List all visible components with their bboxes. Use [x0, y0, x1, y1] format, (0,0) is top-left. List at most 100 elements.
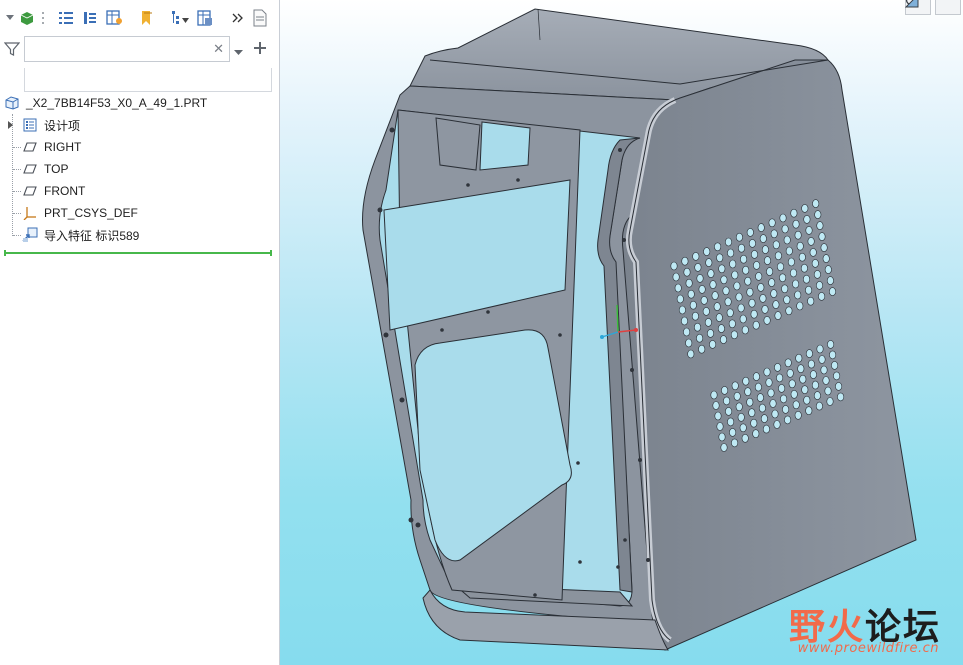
vent-hole — [733, 391, 741, 401]
graphics-window[interactable]: 野火论坛 www.proewildfire.cn — [280, 0, 963, 665]
more-chevron-icon[interactable] — [230, 8, 246, 28]
tree-item-csys[interactable]: PRT_CSYS_DEF — [22, 202, 138, 224]
tree-list-icon[interactable] — [56, 8, 76, 28]
vent-hole — [714, 411, 722, 421]
datum-plane-icon — [22, 161, 38, 177]
insert-here-marker[interactable] — [4, 250, 272, 256]
vent-hole — [807, 296, 815, 306]
vent-hole — [721, 386, 729, 395]
vent-hole — [672, 272, 680, 282]
tree-branch-line — [13, 213, 21, 214]
vent-hole — [737, 412, 745, 422]
part-cube-icon — [4, 95, 20, 111]
vent-hole — [687, 289, 695, 299]
vent-hole — [794, 410, 802, 420]
vent-hole — [787, 257, 795, 267]
funnel-icon[interactable] — [3, 41, 21, 60]
tree-item-top[interactable]: TOP — [22, 158, 68, 180]
vent-hole — [831, 361, 839, 370]
vent-hole — [816, 221, 824, 230]
vent-hole — [769, 399, 777, 408]
vent-hole — [729, 259, 737, 269]
vent-hole — [702, 307, 710, 316]
tree-root[interactable]: _X2_7BB14F53_X0_A_49_1.PRT — [4, 92, 207, 114]
layers-table-icon[interactable] — [104, 8, 126, 28]
vent-hole — [796, 241, 804, 251]
add-icon[interactable] — [253, 41, 267, 58]
vent-hole — [776, 373, 784, 383]
vent-hole — [798, 252, 806, 262]
vent-hole — [750, 309, 758, 319]
vent-hole — [730, 330, 738, 340]
vent-hole — [740, 254, 748, 264]
bookmark-icon[interactable] — [136, 8, 158, 28]
vent-hole — [812, 199, 820, 208]
show-part-icon[interactable] — [18, 8, 36, 28]
tree-item-design-items[interactable]: 设计项 — [8, 114, 80, 136]
vent-hole — [824, 386, 832, 396]
part-model-view[interactable] — [280, 0, 963, 665]
vent-hole — [785, 246, 793, 256]
search-input[interactable] — [29, 38, 213, 62]
tree-item-import-feature[interactable]: 导入特征 标识589 — [22, 224, 139, 246]
vent-hole — [704, 318, 712, 327]
vent-hole — [792, 279, 800, 289]
vent-hole — [763, 316, 771, 325]
vent-hole — [741, 433, 749, 443]
chevron-down-icon[interactable] — [234, 45, 243, 59]
vent-hole — [794, 230, 802, 240]
tree-item-right[interactable]: RIGHT — [22, 136, 81, 158]
vent-hole — [710, 390, 718, 400]
tree-item-front[interactable]: FRONT — [22, 180, 85, 202]
tree-filter-icon[interactable] — [168, 8, 192, 28]
vent-hole — [771, 409, 779, 419]
model-tree-toolbar — [0, 0, 279, 34]
vent-hole — [683, 267, 691, 277]
vent-hole — [762, 424, 770, 434]
vent-hole — [805, 226, 813, 235]
vent-hole — [776, 262, 784, 272]
vent-hole — [818, 355, 826, 364]
vent-hole — [713, 302, 721, 311]
vent-hole — [731, 270, 739, 280]
vent-hole — [698, 344, 706, 354]
vent-hole — [723, 396, 731, 406]
vent-hole — [727, 248, 735, 258]
vent-hole — [772, 240, 780, 250]
vent-hole — [805, 349, 813, 358]
vent-hole — [680, 316, 688, 326]
vent-hole — [674, 283, 682, 293]
tree-columns-icon[interactable] — [80, 8, 100, 28]
vent-hole — [678, 305, 686, 315]
vent-hole — [718, 264, 726, 274]
vent-hole — [692, 252, 700, 261]
vent-hole — [729, 428, 737, 437]
vent-hole — [741, 325, 749, 335]
vent-hole — [774, 251, 782, 261]
vent-hole — [746, 397, 754, 407]
search-box[interactable]: ✕ — [24, 36, 230, 62]
vent-hole — [698, 285, 706, 294]
dropdown-arrow-icon[interactable] — [4, 8, 16, 28]
vent-hole — [754, 382, 762, 392]
vent-hole — [761, 245, 769, 254]
vent-hole — [757, 283, 765, 292]
vent-hole — [816, 344, 824, 354]
clear-icon[interactable]: ✕ — [213, 41, 224, 57]
vent-hole — [689, 300, 697, 310]
vent-hole — [796, 301, 804, 311]
vent-hole — [800, 263, 808, 273]
filter-row: ✕ — [0, 36, 279, 64]
tree-item-label: FRONT — [44, 184, 86, 198]
vent-hole — [712, 401, 720, 410]
vent-hole — [685, 338, 693, 348]
vent-hole — [826, 397, 834, 406]
vent-hole — [802, 274, 810, 284]
settings-doc-icon[interactable] — [250, 8, 270, 28]
expand-arrow-icon[interactable] — [8, 121, 16, 129]
vent-hole — [837, 392, 845, 402]
vent-hole — [696, 274, 704, 283]
datum-plane-icon — [22, 139, 38, 155]
tree-settings-icon[interactable] — [194, 8, 216, 28]
vent-hole — [726, 308, 734, 318]
